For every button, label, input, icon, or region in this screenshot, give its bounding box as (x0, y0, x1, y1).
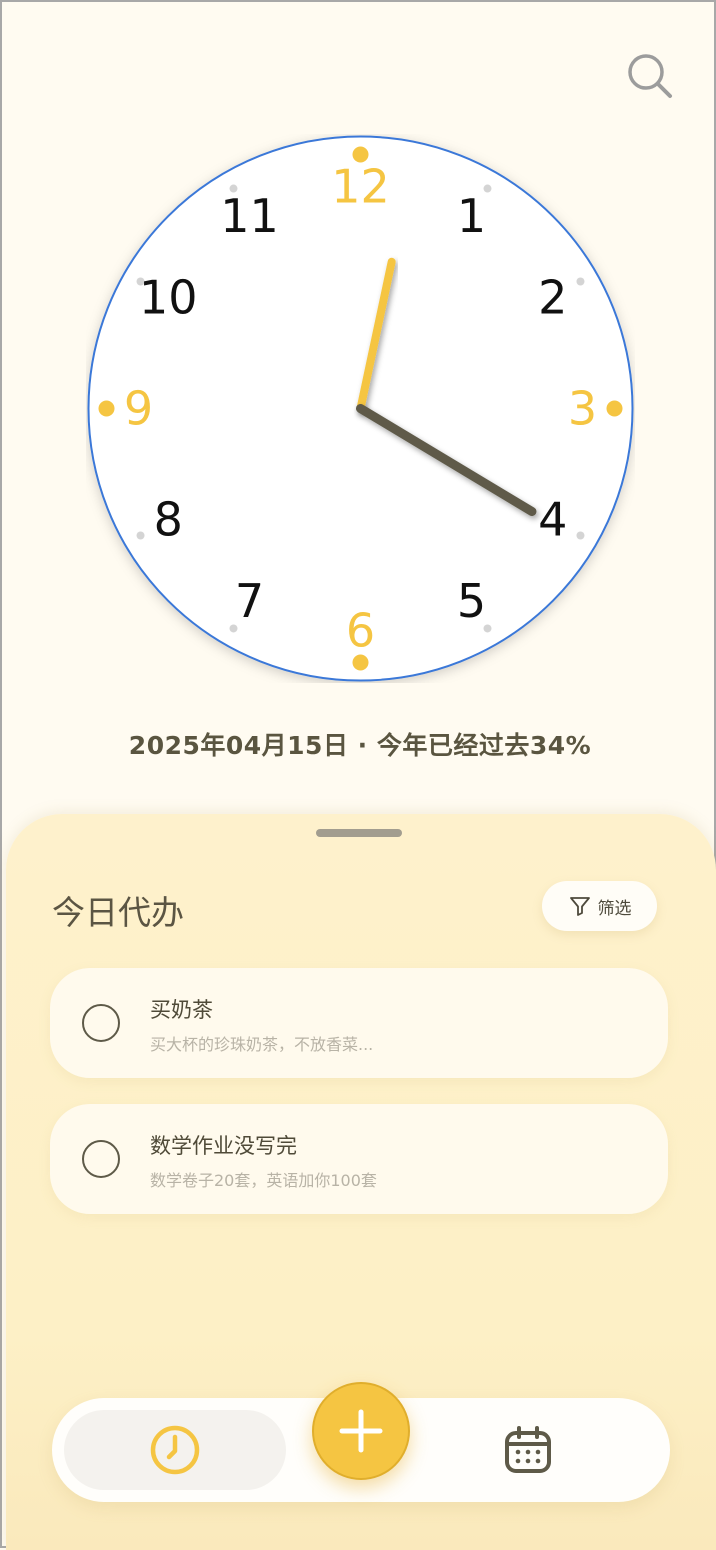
todo-checkbox[interactable] (82, 1140, 120, 1178)
clock-number-11: 11 (220, 189, 279, 243)
sheet-title: 今日代办 (52, 893, 184, 932)
clock-marker (136, 531, 145, 540)
sheet-grabber[interactable] (316, 829, 402, 837)
clock-number-10: 10 (139, 271, 198, 325)
clock-number-7: 7 (235, 574, 264, 628)
todo-title: 买奶茶 (150, 998, 213, 1022)
clock-number-8: 8 (154, 493, 183, 547)
date-progress-text: 2025年04月15日 · 今年已经过去34% (128, 731, 592, 760)
clock-icon (150, 1425, 200, 1475)
todo-note: 买大杯的珍珠奶茶，不放香菜... (150, 1035, 374, 1054)
clock-marker (98, 400, 115, 417)
calendar-icon (505, 1426, 551, 1473)
analog-clock: 12 1 2 3 4 5 6 7 8 9 10 11 (86, 134, 635, 683)
todo-sheet: 今日代办 筛选 买奶茶 买大杯的珍珠奶茶，不放香菜... 数学作业没写完 数学卷… (6, 814, 716, 1550)
tab-clock[interactable] (64, 1410, 286, 1490)
clock-marker (576, 277, 585, 286)
clock-number-9: 9 (124, 382, 153, 436)
clock-number-2: 2 (538, 271, 567, 325)
clock-number-3: 3 (568, 382, 597, 436)
clock-number-6: 6 (346, 604, 375, 658)
todo-note: 数学卷子20套，英语加你100套 (150, 1171, 377, 1190)
todo-item[interactable]: 买奶茶 买大杯的珍珠奶茶，不放香菜... (50, 968, 668, 1078)
clock-number-4: 4 (538, 493, 567, 547)
todo-checkbox[interactable] (82, 1004, 120, 1042)
plus-icon (339, 1409, 383, 1453)
filter-label: 筛选 (597, 898, 632, 919)
filter-button[interactable]: 筛选 (542, 881, 657, 931)
clock-number-12: 12 (331, 160, 390, 214)
clock-number-5: 5 (457, 574, 486, 628)
clock-marker (576, 531, 585, 540)
search-icon (628, 54, 672, 98)
clock-marker (606, 400, 623, 417)
search-button[interactable] (624, 50, 678, 104)
add-todo-button[interactable] (312, 1382, 410, 1480)
todo-item[interactable]: 数学作业没写完 数学卷子20套，英语加你100套 (50, 1104, 668, 1214)
filter-icon (569, 897, 590, 916)
clock-number-1: 1 (457, 189, 486, 243)
tab-calendar[interactable] (498, 1420, 558, 1480)
todo-title: 数学作业没写完 (150, 1134, 297, 1158)
